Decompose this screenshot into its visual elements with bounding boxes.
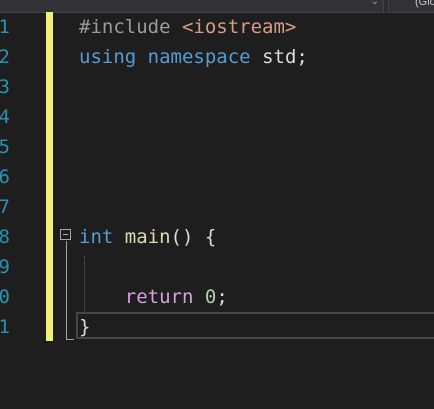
code-line-11[interactable]: }	[79, 312, 90, 342]
preprocessor-directive: #include	[79, 16, 171, 38]
code-line-2[interactable]: using namespace std;	[79, 42, 308, 72]
scope-dropdown-label: (Global Scope)	[415, 0, 434, 8]
scope-dropdown[interactable]: (Global Scope)	[388, 0, 434, 12]
project-dropdown[interactable]: ⌄	[0, 0, 384, 12]
keyword-return: return	[124, 286, 194, 308]
keyword-int: int	[79, 226, 114, 248]
keyword-namespace: namespace	[147, 46, 251, 68]
chevron-down-icon: ⌄	[370, 0, 379, 7]
function-name: main	[124, 226, 171, 248]
code-line-10[interactable]: return 0;	[79, 282, 228, 312]
close-brace: }	[79, 316, 91, 338]
parens-open-brace: () {	[170, 226, 217, 248]
keyword-using: using	[79, 46, 137, 68]
code-line-8[interactable]: int main() {	[79, 222, 216, 252]
semicolon: ;	[296, 46, 308, 68]
code-editor[interactable]: ⌄ (Global Scope) 1 2 3 4 5 6 7 8 9 0 1 #…	[0, 0, 434, 409]
number-literal: 0	[204, 286, 217, 308]
code-text-area[interactable]: #include <iostream> using namespace std;…	[0, 12, 434, 409]
semicolon: ;	[216, 286, 228, 308]
code-line-1[interactable]: #include <iostream>	[79, 12, 296, 42]
namespace-name: std	[262, 46, 297, 68]
include-header: <iostream>	[181, 16, 297, 38]
